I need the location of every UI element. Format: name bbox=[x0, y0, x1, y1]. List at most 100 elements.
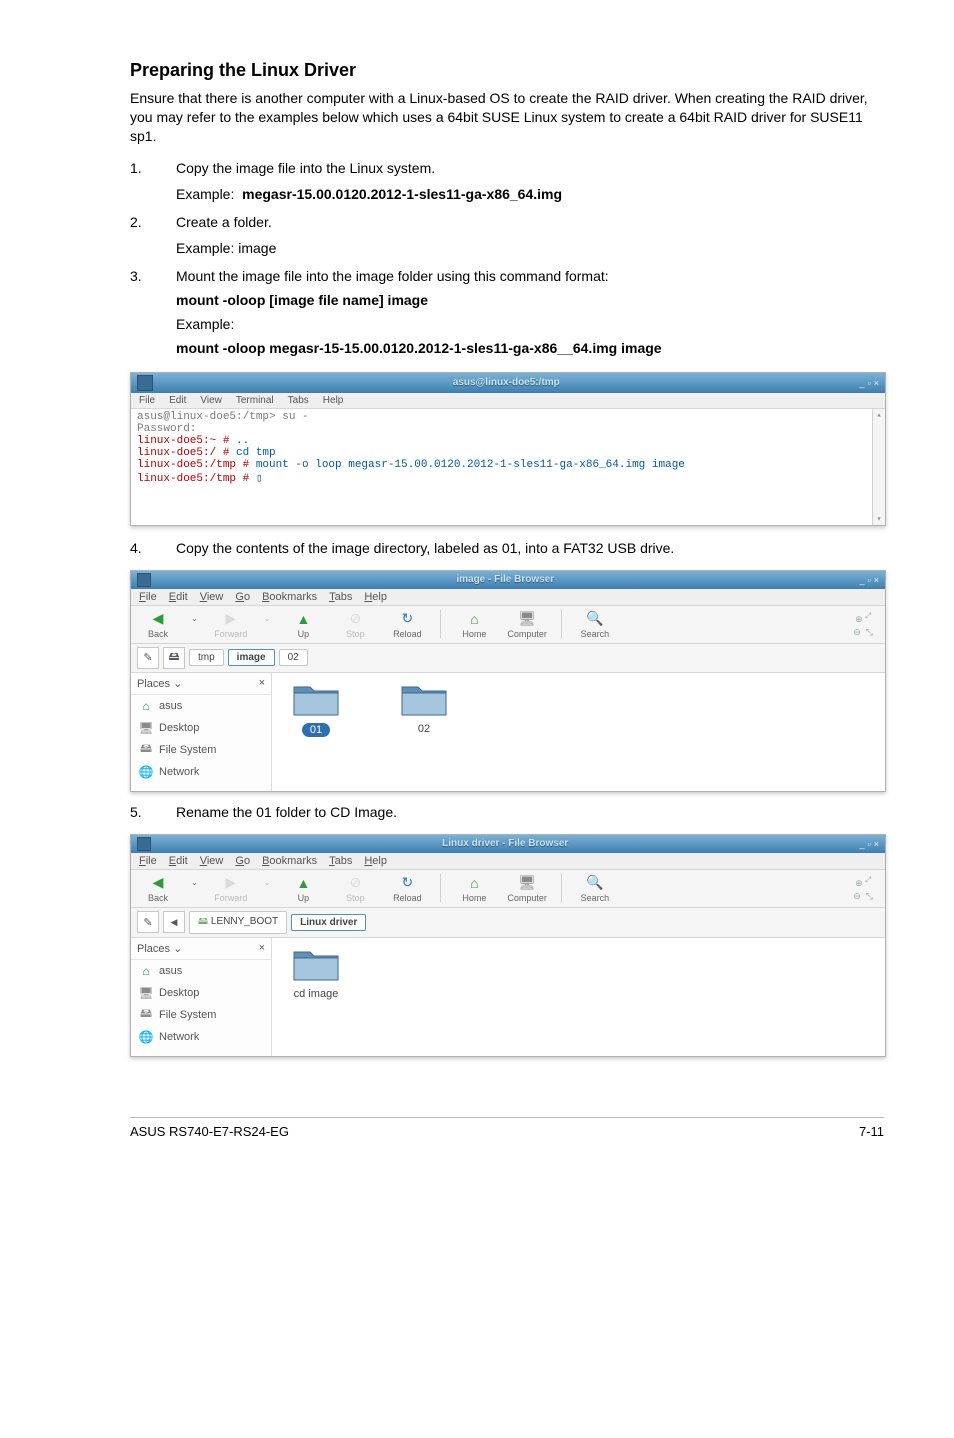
fb2-menu-edit[interactable]: Edit bbox=[169, 855, 188, 867]
fb1-computer-button[interactable]: 🖥 Computer bbox=[507, 610, 547, 639]
sidebar-item-asus[interactable]: ⌂ asus bbox=[131, 695, 271, 717]
fb1-minimize-icon[interactable]: _ bbox=[860, 575, 865, 585]
fb2-toolbar: ◀ Back ⌄ ▶ Forward ⌄ ▲ Up ⊘ Stop ↻ Reloa… bbox=[131, 870, 885, 908]
fb2-home-button[interactable]: ⌂ Home bbox=[455, 874, 493, 903]
fb2-menu-help[interactable]: Help bbox=[364, 855, 387, 867]
fb2-forward-button: ▶ Forward bbox=[212, 874, 250, 903]
sidebar-item-network[interactable]: 🌐 Network bbox=[131, 761, 271, 783]
fb2-menu-go[interactable]: Go bbox=[235, 855, 250, 867]
window-maximize-icon[interactable]: ▫ bbox=[868, 378, 871, 388]
step-2: 2. Create a folder. Example: image bbox=[130, 214, 884, 264]
fb2-pencil-icon[interactable]: ✎ bbox=[137, 911, 159, 933]
fb2-menu-file[interactable]: File bbox=[139, 855, 157, 867]
fb1-loc-image[interactable]: image bbox=[228, 649, 275, 666]
fb2-computer-button[interactable]: 🖥 Computer bbox=[507, 874, 547, 903]
term-menu-terminal[interactable]: Terminal bbox=[236, 395, 274, 406]
forward-arrow-icon: ▶ bbox=[222, 610, 240, 628]
scroll-up-icon[interactable]: ▴ bbox=[877, 410, 882, 420]
fb2-loc-linuxdriver[interactable]: Linux driver bbox=[291, 914, 366, 931]
fb1-menu-edit[interactable]: Edit bbox=[169, 591, 188, 603]
step-4: 4. Copy the contents of the image direct… bbox=[130, 540, 884, 564]
fb1-menu-tabs[interactable]: Tabs bbox=[329, 591, 352, 603]
fb1-loc-02[interactable]: 02 bbox=[279, 649, 308, 666]
zoom-in-icon[interactable]: ⊕ ⤢ bbox=[855, 611, 871, 625]
step-2-num: 2. bbox=[130, 214, 176, 264]
home-icon: ⌂ bbox=[139, 699, 153, 713]
fb2-places-header[interactable]: Places ⌄ bbox=[137, 942, 182, 955]
sidebar-item-network[interactable]: 🌐 Network bbox=[131, 1026, 271, 1048]
fb2-loc-lenny[interactable]: 🖴 LENNY_BOOT bbox=[189, 911, 287, 934]
fb1-close-icon[interactable]: × bbox=[874, 575, 879, 585]
fb1-home-button[interactable]: ⌂ Home bbox=[455, 610, 493, 639]
fb1-back-label: Back bbox=[148, 629, 168, 639]
zoom-out-icon[interactable]: ⊖ ⤡ bbox=[853, 891, 873, 902]
window-close-icon[interactable]: × bbox=[874, 378, 879, 388]
zoom-out-icon[interactable]: ⊖ ⤡ bbox=[853, 627, 873, 638]
sidebar-item-asus[interactable]: ⌂ asus bbox=[131, 960, 271, 982]
sidebar-item-filesystem[interactable]: 🖴 File System bbox=[131, 1004, 271, 1026]
fb1-pencil-icon[interactable]: ✎ bbox=[137, 647, 159, 669]
fb2-zoom-controls[interactable]: ⊕ ⤢ ⊖ ⤡ bbox=[853, 875, 877, 902]
fb1-drive-icon[interactable]: 🖴 bbox=[163, 647, 185, 669]
fb2-content[interactable]: cd image bbox=[272, 938, 885, 1056]
fb2-back-label: Back bbox=[148, 893, 168, 903]
fb1-back-dropdown-icon[interactable]: ⌄ bbox=[191, 614, 198, 623]
reload-icon: ↻ bbox=[398, 610, 416, 628]
fb1-reload-button[interactable]: ↻ Reload bbox=[388, 610, 426, 639]
terminal-scrollbar[interactable]: ▴ ▾ bbox=[872, 409, 885, 525]
fb1-menu-bookmarks[interactable]: Bookmarks bbox=[262, 591, 317, 603]
fb1-places-close[interactable]: × bbox=[259, 677, 265, 690]
fb2-back-button[interactable]: ◀ Back bbox=[139, 874, 177, 903]
fb1-menu-go[interactable]: Go bbox=[235, 591, 250, 603]
fb2-close-icon[interactable]: × bbox=[874, 839, 879, 849]
term-menu-edit[interactable]: Edit bbox=[169, 395, 186, 406]
up-arrow-icon: ▲ bbox=[294, 874, 312, 892]
fb1-forward-label: Forward bbox=[214, 629, 247, 639]
fb2-folder-cdimage[interactable]: cd image bbox=[292, 944, 340, 1000]
fb1-maximize-icon[interactable]: ▫ bbox=[868, 575, 871, 585]
term-menu-file[interactable]: File bbox=[139, 395, 155, 406]
term-menu-tabs[interactable]: Tabs bbox=[288, 395, 309, 406]
terminal-body[interactable]: asus@linux-doe5:/tmp> su - Password: lin… bbox=[131, 409, 885, 525]
fb1-search-button[interactable]: 🔍 Search bbox=[576, 610, 614, 639]
fb1-up-button[interactable]: ▲ Up bbox=[284, 610, 322, 639]
fb2-forward-dropdown-icon: ⌄ bbox=[264, 878, 271, 887]
fb2-menu-tabs[interactable]: Tabs bbox=[329, 855, 352, 867]
fb1-menu-view[interactable]: View bbox=[200, 591, 224, 603]
fb2-menu-view[interactable]: View bbox=[200, 855, 224, 867]
zoom-in-icon[interactable]: ⊕ ⤢ bbox=[855, 875, 871, 889]
fb2-left-icon[interactable]: ◀ bbox=[163, 911, 185, 933]
fb1-loc-tmp[interactable]: tmp bbox=[189, 649, 224, 666]
fb1-menu-file[interactable]: File bbox=[139, 591, 157, 603]
fb2-menu-bookmarks[interactable]: Bookmarks bbox=[262, 855, 317, 867]
fb2-maximize-icon[interactable]: ▫ bbox=[868, 839, 871, 849]
fb1-back-button[interactable]: ◀ Back bbox=[139, 610, 177, 639]
fb1-stop-button: ⊘ Stop bbox=[336, 610, 374, 639]
sidebar-item-filesystem[interactable]: 🖴 File System bbox=[131, 739, 271, 761]
sidebar-item-desktop[interactable]: 🖥 Desktop bbox=[131, 982, 271, 1004]
scroll-down-icon[interactable]: ▾ bbox=[877, 514, 882, 524]
fb1-zoom-controls[interactable]: ⊕ ⤢ ⊖ ⤡ bbox=[853, 611, 877, 638]
fb2-up-button[interactable]: ▲ Up bbox=[284, 874, 322, 903]
fb1-folder-01[interactable]: 01 bbox=[292, 679, 340, 737]
fb2-back-dropdown-icon[interactable]: ⌄ bbox=[191, 878, 198, 887]
fb2-reload-button[interactable]: ↻ Reload bbox=[388, 874, 426, 903]
fb1-menu-help[interactable]: Help bbox=[364, 591, 387, 603]
fb1-toolbar: ◀ Back ⌄ ▶ Forward ⌄ ▲ Up ⊘ Stop ↻ Reloa… bbox=[131, 606, 885, 644]
fb2-search-button[interactable]: 🔍 Search bbox=[576, 874, 614, 903]
fb1-places-header[interactable]: Places ⌄ bbox=[137, 677, 182, 690]
search-icon: 🔍 bbox=[586, 874, 604, 892]
folder-icon bbox=[292, 679, 340, 719]
window-minimize-icon[interactable]: _ bbox=[860, 378, 865, 388]
term-menu-help[interactable]: Help bbox=[323, 395, 344, 406]
fb2-places-close[interactable]: × bbox=[259, 942, 265, 955]
term-menu-view[interactable]: View bbox=[200, 395, 222, 406]
drive-icon: 🖴 bbox=[139, 1008, 153, 1022]
fb1-folder-02[interactable]: 02 bbox=[400, 679, 448, 735]
fb1-content[interactable]: 01 02 bbox=[272, 673, 885, 791]
sidebar-item-desktop[interactable]: 🖥 Desktop bbox=[131, 717, 271, 739]
terminal-sys-icon bbox=[137, 375, 153, 391]
footer-product: ASUS RS740-E7-RS24-EG bbox=[130, 1124, 289, 1139]
fb2-minimize-icon[interactable]: _ bbox=[860, 839, 865, 849]
term-line-4-prompt: linux-doe5:/ # bbox=[137, 447, 229, 459]
